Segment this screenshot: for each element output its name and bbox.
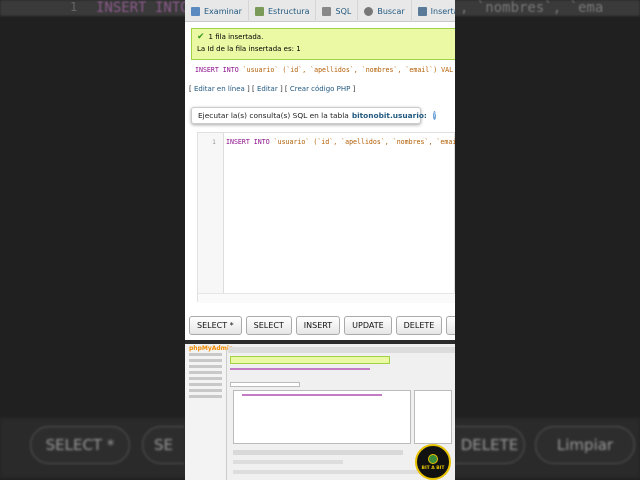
logo-emblem-icon (428, 453, 438, 464)
exec-table: bitonobit.usuario: (351, 111, 427, 120)
query-table: `usuario` (242, 66, 279, 74)
background-select-button: SE (142, 426, 184, 464)
thumbnail-exec-header (230, 382, 300, 387)
insert-button[interactable]: INSERT (295, 316, 341, 335)
editor-gutter: 1 (198, 133, 224, 303)
exec-label: Ejecutar la(s) consulta(s) SQL en la tab… (198, 111, 349, 120)
thumbnail-buttons (233, 450, 403, 455)
background-delete-button: DELETE (455, 426, 525, 464)
success-message: ✔ 1 fila insertada. La Id de la fila ins… (191, 28, 455, 60)
success-line-1: 1 fila insertada. (208, 33, 264, 41)
background-select-all-button: SELECT * (30, 426, 130, 464)
logo-text: BIT A BIT (421, 465, 445, 471)
editor-keyword: INSERT INTO (226, 138, 274, 146)
tab-label: Insertar (430, 6, 455, 16)
create-php-link[interactable]: Crear código PHP (290, 85, 351, 93)
phpmyadmin-panel: Examinar Estructura SQL Buscar Insertar … (185, 0, 455, 340)
thumbnail-browser-bar (185, 340, 455, 344)
tab-label: SQL (335, 6, 352, 16)
sql-icon (322, 6, 332, 16)
thumbnail-editor (233, 390, 411, 444)
executed-query: INSERT INTO `usuario` (`id`, `apellidos`… (195, 66, 453, 74)
tab-label: Examinar (204, 6, 242, 16)
editor-line-number: 1 (212, 138, 216, 146)
structure-icon (254, 6, 264, 16)
sql-editor[interactable]: 1 INSERT INTO `usuario` (`id`, `apellido… (197, 132, 455, 303)
editor-columns: (`id`, `apellidos`, `nombres`, `emai (309, 138, 455, 146)
query-button-row: SELECT * SELECT INSERT UPDATE DELETE Lim… (185, 316, 455, 336)
help-icon[interactable]: ? (432, 111, 437, 120)
thumbnail-sidebar (185, 350, 227, 480)
thumbnail-tabs (228, 347, 455, 353)
tab-estructura[interactable]: Estructura (249, 0, 317, 22)
tab-label: Estructura (267, 6, 310, 16)
tab-insertar[interactable]: Insertar (412, 0, 455, 22)
background-line-number: 1 (70, 0, 78, 14)
edit-inline-link[interactable]: Editar en línea (194, 85, 245, 93)
editor-code: INSERT INTO `usuario` (`id`, `apellidos`… (226, 138, 455, 146)
channel-logo: BIT A BIT (415, 444, 451, 480)
thumbnail-query (230, 368, 370, 370)
insert-icon (417, 6, 427, 16)
tab-examinar[interactable]: Examinar (185, 0, 249, 22)
select-button[interactable]: SELECT (245, 316, 292, 335)
thumbnail-row (233, 460, 343, 464)
select-all-button[interactable]: SELECT * (189, 316, 242, 335)
check-icon: ✔ (197, 32, 205, 42)
background-code-left: INSERT INTO (96, 0, 189, 16)
tab-bar: Examinar Estructura SQL Buscar Insertar (185, 0, 455, 22)
query-keyword: INSERT INTO (195, 66, 243, 74)
delete-button[interactable]: DELETE (395, 316, 443, 335)
search-icon (364, 6, 374, 16)
background-clear-button: Limpiar (535, 426, 635, 464)
editor-table: `usuario` (273, 138, 310, 146)
query-links: [ Editar en línea ] [ Editar ] [ Crear c… (189, 85, 356, 93)
thumbnail-columns (414, 390, 452, 444)
clear-button[interactable]: Limpiar (446, 316, 455, 335)
tab-sql[interactable]: SQL (316, 0, 359, 22)
background-code-right: , `nombres`, `ema (460, 0, 604, 16)
update-button[interactable]: UPDATE (344, 316, 392, 335)
browse-icon (191, 6, 200, 16)
screen: 1 INSERT INTO , `nombres`, `ema SELECT *… (0, 0, 640, 480)
query-columns: (`id`, `apellidos`, `nombres`, `email`) … (278, 66, 454, 74)
success-line-2: La Id de la fila insertada es: 1 (197, 45, 301, 53)
editor-resize-bar[interactable] (198, 293, 455, 303)
exec-sql-header: Ejecutar la(s) consulta(s) SQL en la tab… (191, 107, 437, 124)
thumbnail-row (233, 470, 443, 474)
thumbnail-logo: phpMyAdmin (189, 345, 234, 352)
tab-buscar[interactable]: Buscar (358, 0, 412, 22)
tab-label: Buscar (377, 6, 405, 16)
thumbnail-success (230, 356, 390, 364)
edit-link[interactable]: Editar (257, 85, 278, 93)
